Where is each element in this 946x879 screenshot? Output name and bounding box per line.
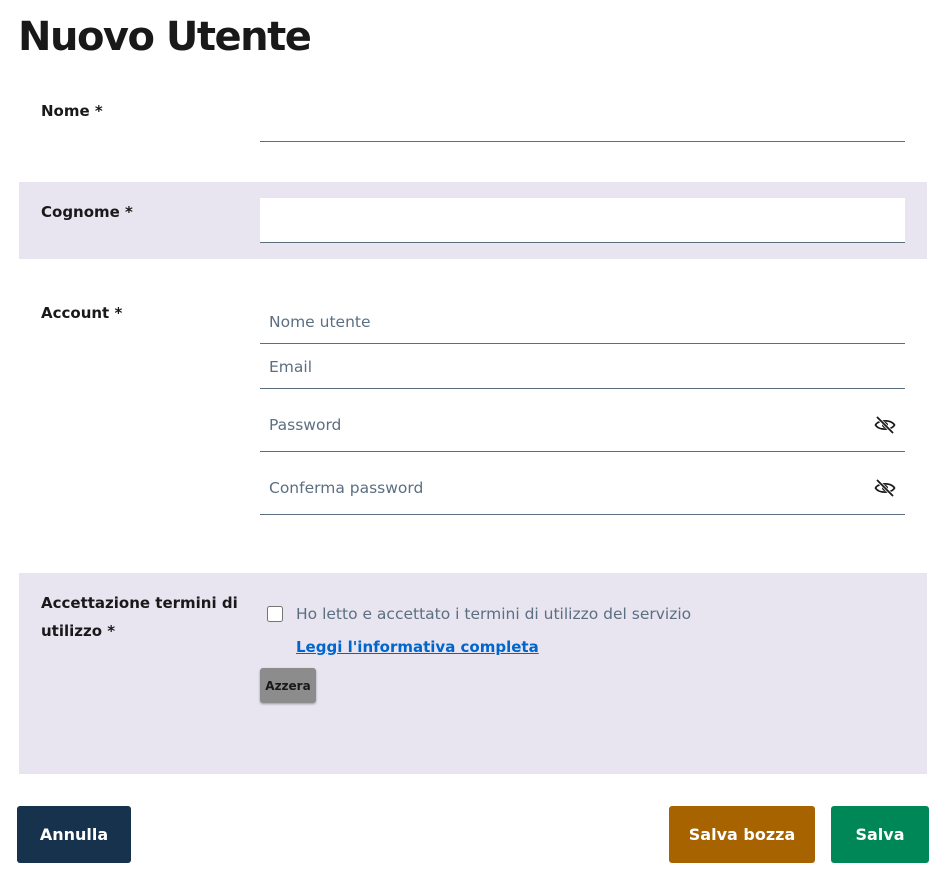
terms-checkbox[interactable] [267,606,283,622]
nome-input[interactable] [260,99,905,141]
save-button[interactable]: Salva [831,806,929,863]
eye-slash-icon[interactable] [874,416,896,434]
page-title: Nuovo Utente [18,14,312,60]
confirm-password-field[interactable] [260,462,905,515]
cognome-input[interactable] [260,198,905,242]
reset-button[interactable]: Azzera [260,668,316,703]
cognome-row: Cognome * [19,182,927,259]
password-field[interactable] [260,399,905,452]
nome-label: Nome * [41,102,103,120]
terms-row: Accettazione termini di utilizzo * Ho le… [19,573,927,774]
cancel-button[interactable]: Annulla [17,806,131,863]
terms-label: Accettazione termini di utilizzo * [41,594,238,640]
cognome-field[interactable] [260,198,905,243]
nome-row: Nome * [19,85,927,175]
email-field[interactable] [260,345,905,389]
confirm-password-input[interactable] [260,462,905,514]
username-input[interactable] [260,300,905,343]
account-label: Account * [41,304,123,322]
save-draft-button[interactable]: Salva bozza [669,806,815,863]
email-input[interactable] [260,345,905,388]
nome-field[interactable] [260,99,905,142]
terms-checkbox-label[interactable]: Ho letto e accettato i termini di utiliz… [296,601,691,627]
password-input[interactable] [260,399,905,451]
username-field[interactable] [260,300,905,344]
privacy-policy-link[interactable]: Leggi l'informativa completa [296,634,539,660]
account-row: Account * [19,259,927,573]
cognome-label: Cognome * [41,203,133,221]
eye-slash-icon[interactable] [874,479,896,497]
